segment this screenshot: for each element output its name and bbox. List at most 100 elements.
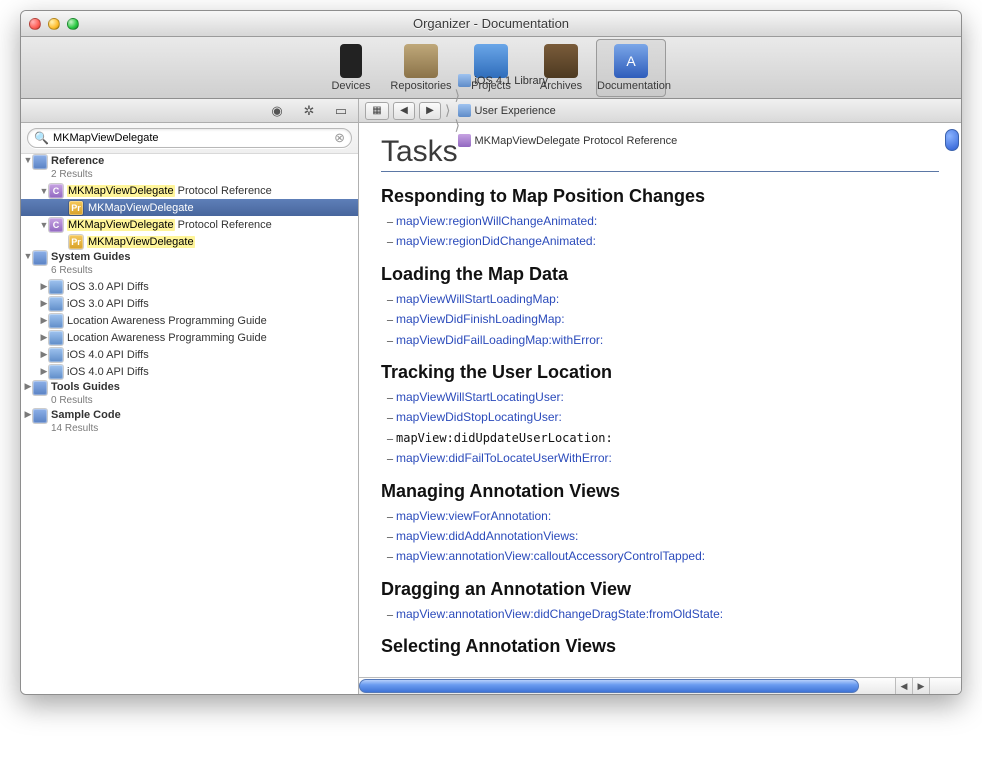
- folder-icon: [33, 155, 47, 169]
- tree-item-protocol[interactable]: Pr MKMapViewDelegate: [21, 199, 358, 216]
- group-header[interactable]: Sample Code 14 Results: [21, 408, 358, 436]
- folder-icon: [33, 381, 47, 395]
- separator-icon: ⟩: [445, 102, 450, 119]
- tree-item-protocol[interactable]: PrMKMapViewDelegate: [21, 233, 358, 250]
- disclosure-icon[interactable]: [23, 409, 33, 420]
- method-item[interactable]: mapView:regionDidChangeAnimated:: [387, 231, 939, 251]
- type-badge-icon: [49, 348, 63, 362]
- toolbar-devices[interactable]: Devices: [316, 39, 386, 97]
- crumb-label: User Experience: [474, 105, 555, 117]
- doc-content: Tasks Responding to Map Position Changes…: [359, 123, 961, 677]
- method-item[interactable]: mapViewDidFinishLoadingMap:: [387, 309, 939, 329]
- horizontal-scrollbar[interactable]: ◀ ▶: [359, 677, 929, 694]
- group-header[interactable]: Tools Guides 0 Results: [21, 380, 358, 408]
- section-heading: Responding to Map Position Changes: [381, 186, 939, 207]
- search-field-wrap: 🔍 ⊗: [27, 128, 352, 148]
- scroll-left-button[interactable]: ◀: [895, 678, 912, 694]
- tree-label: Location Awareness Programming Guide: [67, 315, 267, 327]
- tree-item-doc[interactable]: iOS 4.0 API Diffs: [21, 363, 358, 380]
- disclosure-icon[interactable]: [39, 186, 49, 196]
- method-item[interactable]: mapView:regionWillChangeAnimated:: [387, 211, 939, 231]
- projects-icon: [474, 44, 508, 78]
- tree-label: iOS 3.0 API Diffs: [67, 298, 149, 310]
- disclosure-icon[interactable]: [23, 381, 33, 392]
- tree-item-protocol-reference[interactable]: CMKMapViewDelegate Protocol Reference: [21, 182, 358, 199]
- disclosure-icon[interactable]: [23, 155, 33, 165]
- method-item[interactable]: mapView:annotationView:calloutAccessoryC…: [387, 546, 939, 566]
- tree-item-doc[interactable]: iOS 3.0 API Diffs: [21, 295, 358, 312]
- toolbar-label: Devices: [317, 80, 385, 92]
- tree-item-doc[interactable]: iOS 4.0 API Diffs: [21, 346, 358, 363]
- method-item[interactable]: mapView:viewForAnnotation:: [387, 506, 939, 526]
- method-list: mapView:viewForAnnotation:mapView:didAdd…: [387, 506, 939, 567]
- group-header[interactable]: System Guides 6 Results: [21, 250, 358, 278]
- folder-icon: [33, 409, 47, 423]
- tree-item-doc[interactable]: iOS 3.0 API Diffs: [21, 278, 358, 295]
- type-badge-icon: [49, 314, 63, 328]
- disclosure-icon[interactable]: [39, 366, 49, 377]
- grid-button[interactable]: ▦: [365, 102, 389, 120]
- disclosure-icon[interactable]: [23, 251, 33, 261]
- disclosure-icon[interactable]: [39, 220, 49, 230]
- type-badge-icon: [49, 365, 63, 379]
- horizontal-scroll-thumb[interactable]: [359, 679, 859, 693]
- crumb-icon: [458, 74, 471, 87]
- crumb-icon: [458, 104, 471, 117]
- window-title: Organizer - Documentation: [21, 16, 961, 31]
- book-icon[interactable]: ▭: [332, 103, 350, 119]
- tree-label: iOS 4.0 API Diffs: [67, 366, 149, 378]
- disclosure-icon[interactable]: [39, 281, 49, 292]
- method-item[interactable]: mapView:didAddAnnotationViews:: [387, 526, 939, 546]
- tree-item-doc[interactable]: Location Awareness Programming Guide: [21, 312, 358, 329]
- sidebar: ◉ ✲ ▭ 🔍 ⊗ Reference 2 ResultsCMKMapViewD…: [21, 99, 359, 694]
- titlebar: Organizer - Documentation: [21, 11, 961, 37]
- clear-search-icon[interactable]: ⊗: [334, 130, 345, 146]
- tree-label: MKMapViewDelegate: [87, 236, 195, 248]
- tree-label: MKMapViewDelegate Protocol Reference: [67, 185, 272, 197]
- separator-icon: ⟩: [454, 87, 459, 103]
- group-title: System Guides: [51, 251, 130, 264]
- group-header[interactable]: Reference 2 Results: [21, 154, 358, 182]
- method-item[interactable]: mapViewDidStopLocatingUser:: [387, 407, 939, 427]
- tree-item-doc[interactable]: Location Awareness Programming Guide: [21, 329, 358, 346]
- back-button[interactable]: ◀: [393, 102, 415, 120]
- scroll-right-button[interactable]: ▶: [912, 678, 929, 694]
- results-tree: Reference 2 ResultsCMKMapViewDelegate Pr…: [21, 154, 358, 694]
- search-input[interactable]: [53, 132, 330, 144]
- breadcrumb-item[interactable]: User Experience: [454, 104, 681, 117]
- tree-item-protocol-reference[interactable]: CMKMapViewDelegate Protocol Reference: [21, 216, 358, 233]
- group-subtitle: 14 Results: [51, 423, 98, 434]
- toolbar-repositories[interactable]: Repositories: [386, 39, 456, 97]
- disclosure-icon[interactable]: [39, 298, 49, 309]
- method-item[interactable]: mapViewDidFailLoadingMap:withError:: [387, 330, 939, 350]
- window: Organizer - Documentation Devices Reposi…: [20, 10, 962, 695]
- group-subtitle: 6 Results: [51, 265, 93, 276]
- tree-label: MKMapViewDelegate: [87, 202, 195, 214]
- disclosure-icon[interactable]: [39, 349, 49, 360]
- action-icon[interactable]: ✲: [300, 103, 318, 119]
- eye-icon[interactable]: ◉: [268, 103, 286, 119]
- method-item[interactable]: mapViewWillStartLocatingUser:: [387, 387, 939, 407]
- method-item[interactable]: mapViewWillStartLoadingMap:: [387, 289, 939, 309]
- archives-icon: [544, 44, 578, 78]
- devices-icon: [340, 44, 362, 78]
- vertical-scroll-thumb[interactable]: [945, 129, 959, 151]
- disclosure-icon[interactable]: [39, 315, 49, 326]
- method-item[interactable]: mapView:annotationView:didChangeDragStat…: [387, 604, 939, 624]
- type-badge-icon: Pr: [69, 201, 83, 215]
- type-badge-icon: [49, 280, 63, 294]
- group-title: Sample Code: [51, 409, 121, 422]
- group-title: Tools Guides: [51, 381, 120, 394]
- resize-corner[interactable]: [929, 677, 961, 694]
- sidebar-toolbar: ◉ ✲ ▭: [21, 99, 358, 123]
- disclosure-icon[interactable]: [39, 332, 49, 343]
- page-title: Tasks: [381, 135, 939, 169]
- search-icon: 🔍: [34, 131, 49, 145]
- method-item[interactable]: mapView:didFailToLocateUserWithError:: [387, 448, 939, 468]
- method-list: mapViewWillStartLoadingMap:mapViewDidFin…: [387, 289, 939, 350]
- title-rule: [381, 171, 939, 172]
- path-bar: ▦ ◀ ▶ ⟩ iOS 4.1 Library⟩User Experience⟩…: [359, 99, 961, 123]
- forward-button[interactable]: ▶: [419, 102, 441, 120]
- section-heading: Loading the Map Data: [381, 264, 939, 285]
- tree-label: Location Awareness Programming Guide: [67, 332, 267, 344]
